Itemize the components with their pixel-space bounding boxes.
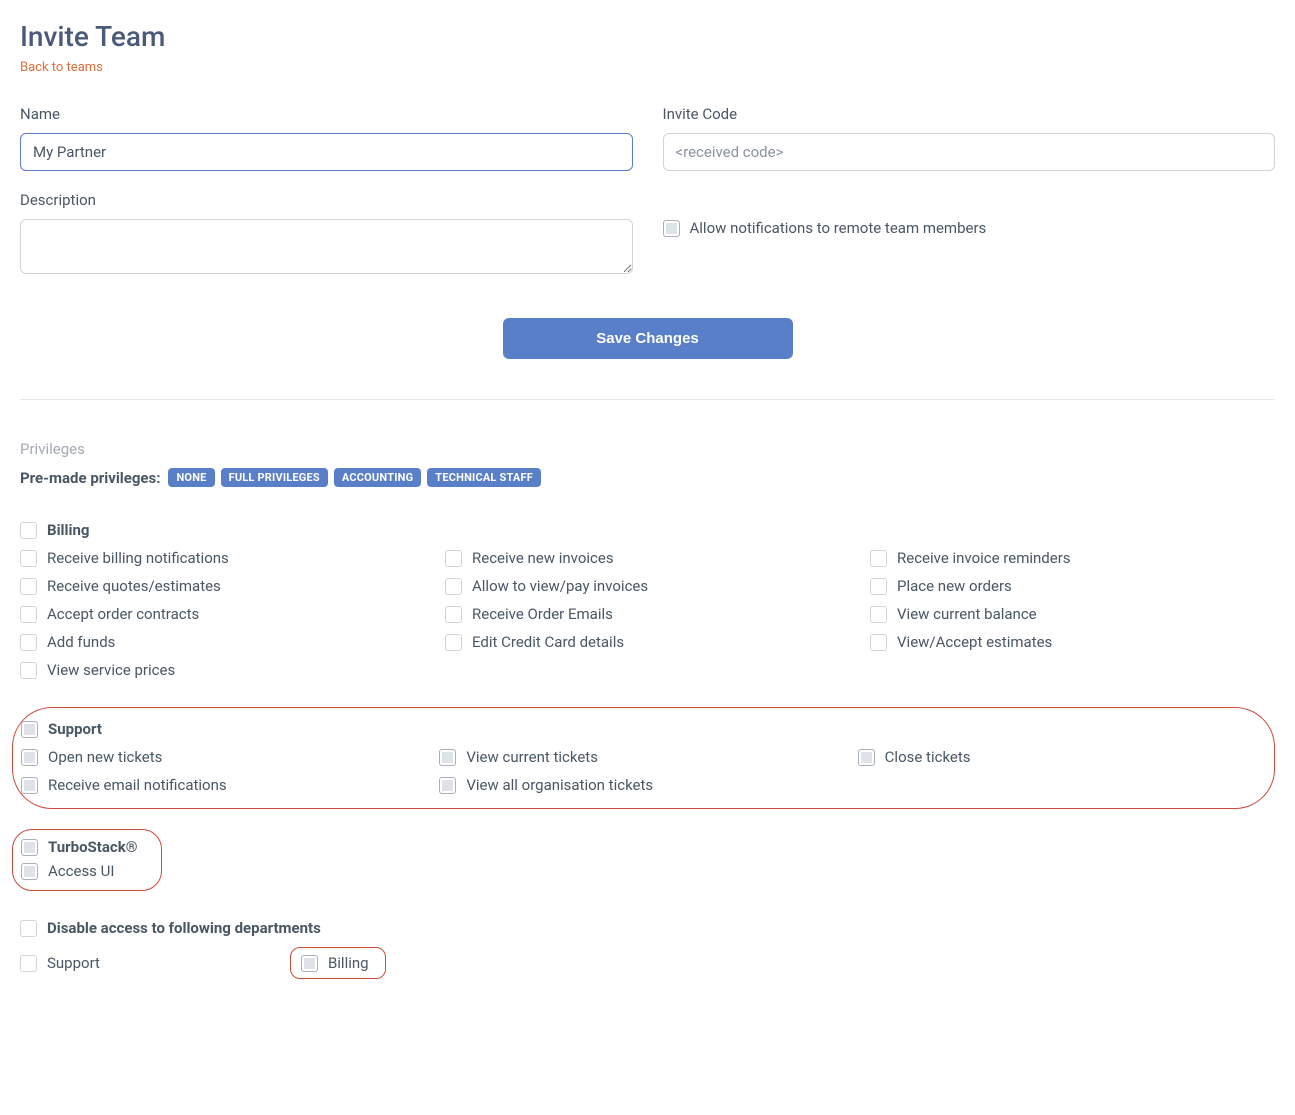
tag-accounting[interactable]: ACCOUNTING <box>334 468 421 487</box>
priv-checkbox[interactable] <box>870 634 887 651</box>
priv-checkbox[interactable] <box>445 578 462 595</box>
priv-label: Close tickets <box>885 748 971 766</box>
priv-label: View current tickets <box>466 748 598 766</box>
priv-checkbox[interactable] <box>870 550 887 567</box>
invite-code-input[interactable] <box>663 133 1276 171</box>
description-textarea[interactable] <box>20 219 633 274</box>
priv-checkbox[interactable] <box>445 606 462 623</box>
turbostack-group-checkbox[interactable] <box>21 839 38 856</box>
priv-checkbox[interactable] <box>445 634 462 651</box>
priv-checkbox[interactable] <box>870 606 887 623</box>
billing-group-label: Billing <box>47 521 89 539</box>
priv-label: View all organisation tickets <box>466 776 653 794</box>
priv-label: Access UI <box>48 862 114 880</box>
priv-checkbox[interactable] <box>439 777 456 794</box>
priv-label: Accept order contracts <box>47 605 199 623</box>
description-label: Description <box>20 191 633 209</box>
billing-group-checkbox[interactable] <box>20 522 37 539</box>
allow-notifications-checkbox[interactable] <box>663 220 680 237</box>
page-title: Invite Team <box>20 20 1275 53</box>
priv-label: View/Accept estimates <box>897 633 1052 651</box>
priv-checkbox[interactable] <box>20 662 37 679</box>
back-to-teams-link[interactable]: Back to teams <box>20 60 103 75</box>
disable-departments-group-label: Disable access to following departments <box>47 919 321 937</box>
priv-label: Receive new invoices <box>472 549 614 567</box>
privileges-section-title: Privileges <box>20 440 1275 458</box>
name-label: Name <box>20 105 633 123</box>
priv-checkbox[interactable] <box>439 749 456 766</box>
priv-label: Receive invoice reminders <box>897 549 1071 567</box>
dept-billing-checkbox[interactable] <box>301 955 318 972</box>
turbostack-group-label: TurboStack® <box>48 838 138 856</box>
priv-label: Edit Credit Card details <box>472 633 624 651</box>
dept-support-checkbox[interactable] <box>20 955 37 972</box>
priv-label: Receive billing notifications <box>47 549 229 567</box>
priv-checkbox[interactable] <box>21 749 38 766</box>
disable-departments-group-checkbox[interactable] <box>20 920 37 937</box>
name-input[interactable] <box>20 133 633 171</box>
save-changes-button[interactable]: Save Changes <box>503 318 793 359</box>
priv-label: Receive email notifications <box>48 776 227 794</box>
allow-notifications-label: Allow notifications to remote team membe… <box>690 219 987 237</box>
tag-full-privileges[interactable]: FULL PRIVILEGES <box>221 468 328 487</box>
priv-checkbox[interactable] <box>858 749 875 766</box>
invite-code-label: Invite Code <box>663 105 1276 123</box>
priv-label: Allow to view/pay invoices <box>472 577 648 595</box>
divider <box>20 399 1275 400</box>
support-group-label: Support <box>48 720 102 738</box>
turbostack-callout: TurboStack® Access UI <box>12 829 162 891</box>
support-group-checkbox[interactable] <box>21 721 38 738</box>
tag-technical-staff[interactable]: TECHNICAL STAFF <box>427 468 541 487</box>
priv-checkbox[interactable] <box>21 863 38 880</box>
priv-label: Place new orders <box>897 577 1012 595</box>
priv-label: Add funds <box>47 633 115 651</box>
priv-label: View service prices <box>47 661 175 679</box>
priv-checkbox[interactable] <box>445 550 462 567</box>
priv-checkbox[interactable] <box>20 550 37 567</box>
priv-label: Receive Order Emails <box>472 605 613 623</box>
priv-checkbox[interactable] <box>21 777 38 794</box>
dept-billing-callout: Billing <box>290 947 386 979</box>
priv-checkbox[interactable] <box>20 578 37 595</box>
priv-label: Receive quotes/estimates <box>47 577 221 595</box>
priv-label: Open new tickets <box>48 748 162 766</box>
priv-checkbox[interactable] <box>870 578 887 595</box>
priv-checkbox[interactable] <box>20 634 37 651</box>
dept-support-label: Support <box>47 954 100 972</box>
tag-none[interactable]: NONE <box>168 468 214 487</box>
priv-label: View current balance <box>897 605 1037 623</box>
dept-billing-label: Billing <box>328 954 369 972</box>
priv-checkbox[interactable] <box>20 606 37 623</box>
support-callout: Support Open new tickets View current ti… <box>12 707 1275 809</box>
premade-privileges-label: Pre-made privileges: <box>20 469 160 487</box>
